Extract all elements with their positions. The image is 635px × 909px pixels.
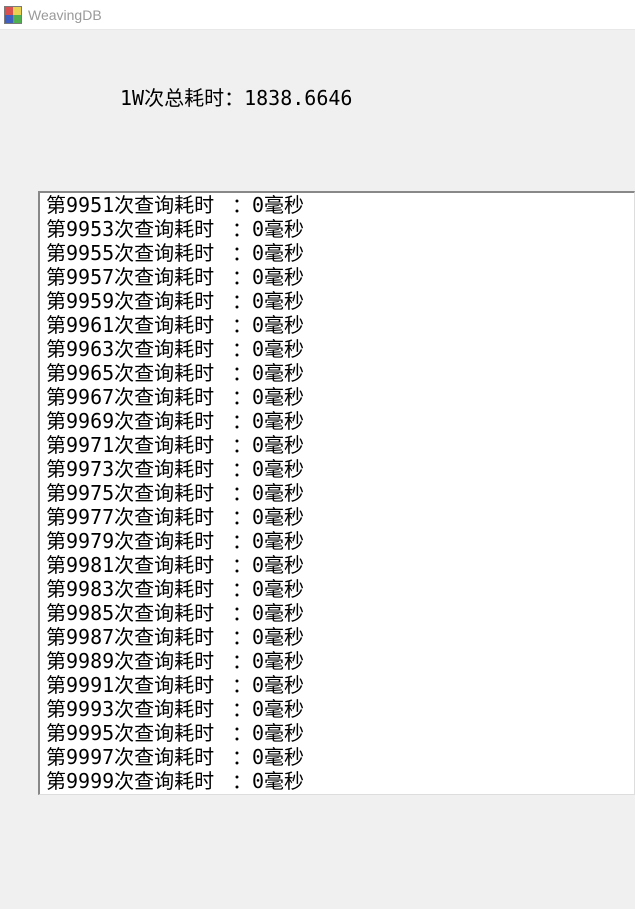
log-row-left: 第9977次查询耗时	[46, 505, 214, 529]
log-row-left: 第9983次查询耗时	[46, 577, 214, 601]
log-row-left: 第9989次查询耗时	[46, 649, 214, 673]
log-row-right: ：0毫秒	[232, 241, 304, 265]
log-row-right: ：0毫秒	[232, 217, 304, 241]
log-row-left: 第9991次查询耗时	[46, 673, 214, 697]
log-column-1: 第9951次查询耗时第9953次查询耗时第9955次查询耗时第9957次查询耗时…	[46, 193, 214, 793]
log-row-right: ：0毫秒	[232, 409, 304, 433]
log-row-left: 第9975次查询耗时	[46, 481, 214, 505]
log-row-left: 第9953次查询耗时	[46, 217, 214, 241]
log-row-left: 第9981次查询耗时	[46, 553, 214, 577]
log-row-right: ：0毫秒	[232, 625, 304, 649]
log-row-right: ：0毫秒	[232, 505, 304, 529]
log-row-right: ：0毫秒	[232, 553, 304, 577]
titlebar[interactable]: WeavingDB	[0, 0, 635, 30]
window-title: WeavingDB	[28, 7, 102, 23]
log-row-left: 第9999次查询耗时	[46, 769, 214, 793]
log-row-right: ：0毫秒	[232, 673, 304, 697]
log-row-left: 第9957次查询耗时	[46, 265, 214, 289]
log-row-left: 第9967次查询耗时	[46, 385, 214, 409]
log-row-right: ：0毫秒	[232, 577, 304, 601]
log-row-left: 第9955次查询耗时	[46, 241, 214, 265]
log-row-right: ：0毫秒	[232, 529, 304, 553]
log-row-right: ：0毫秒	[232, 337, 304, 361]
app-icon	[4, 6, 22, 24]
log-row-left: 第9959次查询耗时	[46, 289, 214, 313]
log-row-left: 第9995次查询耗时	[46, 721, 214, 745]
log-row-left: 第9973次查询耗时	[46, 457, 214, 481]
log-row-right: ：0毫秒	[232, 769, 304, 793]
client-area: 1W次总耗时：1838.6646 第9951次查询耗时第9953次查询耗时第99…	[0, 30, 635, 795]
log-row-right: ：0毫秒	[232, 457, 304, 481]
summary-line: 1W次总耗时：1838.6646	[0, 30, 635, 111]
log-row-left: 第9985次查询耗时	[46, 601, 214, 625]
log-row-right: ：0毫秒	[232, 481, 304, 505]
log-column-2: ：0毫秒：0毫秒：0毫秒：0毫秒：0毫秒：0毫秒：0毫秒：0毫秒：0毫秒：0毫秒…	[232, 193, 304, 793]
log-row-right: ：0毫秒	[232, 721, 304, 745]
log-row-right: ：0毫秒	[232, 697, 304, 721]
log-row-left: 第9993次查询耗时	[46, 697, 214, 721]
log-row-right: ：0毫秒	[232, 385, 304, 409]
log-row-left: 第9971次查询耗时	[46, 433, 214, 457]
log-row-left: 第9997次查询耗时	[46, 745, 214, 769]
log-panel[interactable]: 第9951次查询耗时第9953次查询耗时第9955次查询耗时第9957次查询耗时…	[38, 191, 635, 795]
log-row-right: ：0毫秒	[232, 745, 304, 769]
log-row-right: ：0毫秒	[232, 313, 304, 337]
log-row-left: 第9987次查询耗时	[46, 625, 214, 649]
log-row-right: ：0毫秒	[232, 361, 304, 385]
log-row-left: 第9951次查询耗时	[46, 193, 214, 217]
log-row-left: 第9965次查询耗时	[46, 361, 214, 385]
log-row-left: 第9969次查询耗时	[46, 409, 214, 433]
log-row-right: ：0毫秒	[232, 193, 304, 217]
summary-label: 1W次总耗时：	[120, 86, 244, 110]
summary-value: 1838.6646	[244, 86, 352, 110]
log-row-left: 第9963次查询耗时	[46, 337, 214, 361]
log-row-right: ：0毫秒	[232, 649, 304, 673]
log-row-left: 第9979次查询耗时	[46, 529, 214, 553]
log-row-right: ：0毫秒	[232, 265, 304, 289]
log-row-right: ：0毫秒	[232, 289, 304, 313]
log-row-left: 第9961次查询耗时	[46, 313, 214, 337]
log-row-right: ：0毫秒	[232, 601, 304, 625]
log-row-right: ：0毫秒	[232, 433, 304, 457]
